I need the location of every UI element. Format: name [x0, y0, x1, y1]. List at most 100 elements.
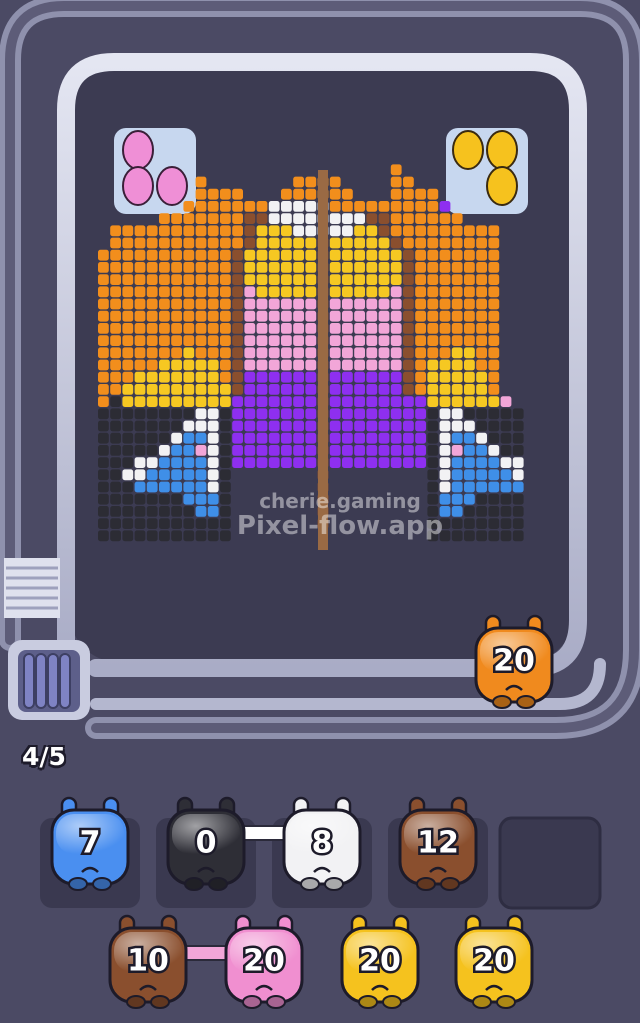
pixel-block: [134, 310, 146, 322]
pixel-block: [415, 310, 426, 322]
pixel-block: [195, 188, 207, 200]
pixel-block: [159, 530, 170, 542]
pixel-block: [171, 518, 182, 529]
pixel-block: [98, 310, 109, 322]
pixel-block: [232, 408, 243, 420]
pixel-block: [342, 335, 353, 346]
pixel-block: [122, 323, 134, 334]
pixel-block: [268, 347, 280, 359]
queue-shooter-1[interactable]: 10: [108, 914, 188, 1009]
pixel-block: [354, 384, 365, 395]
pixel-block: [378, 225, 390, 237]
conveyor-shooter-count: 20: [493, 644, 535, 679]
pixel-block: [439, 201, 451, 212]
queue-stack[interactable]: [8, 640, 90, 720]
pixel-block: [464, 371, 475, 383]
pixel-block: [171, 371, 182, 383]
pixel-block: [403, 225, 414, 237]
pixel-block: [476, 262, 487, 273]
pixel-block: [256, 359, 268, 371]
pixel-block: [293, 298, 304, 310]
pixel-block: [329, 310, 341, 322]
pixel-block: [268, 286, 280, 298]
pixel-block: [488, 420, 500, 432]
pixel-block: [354, 347, 365, 359]
pixel-block: [488, 359, 500, 371]
pixel-block: [98, 396, 109, 407]
pixel-block: [488, 481, 500, 493]
pixel-block: [329, 237, 341, 249]
pixel-block: [195, 274, 207, 285]
pixel-block: [146, 384, 158, 395]
pixel-block: [122, 408, 134, 420]
pixel-block: [146, 262, 158, 273]
pixel-block: [134, 432, 146, 444]
pixel-block: [378, 396, 390, 407]
pixel-block: [183, 225, 195, 237]
pixel-block: [415, 445, 426, 456]
slot-shooter-2[interactable]: 0: [166, 796, 246, 891]
pixel-block: [110, 359, 121, 371]
pixel-block: [256, 237, 268, 249]
pixel-block: [256, 457, 268, 468]
pixel-block: [183, 274, 195, 285]
pixel-block: [451, 249, 463, 261]
conveyor-shooter[interactable]: 20: [474, 614, 554, 709]
pixel-block: [451, 408, 463, 420]
slot-shooter-4[interactable]: 12: [398, 796, 478, 891]
pixel-block: [220, 286, 231, 298]
pixel-block: [232, 384, 243, 395]
queue-shooter-2[interactable]: 20: [224, 914, 304, 1009]
pixel-block: [488, 408, 500, 420]
queue-shooter-4[interactable]: 20: [454, 914, 534, 1009]
pixel-block: [293, 237, 304, 249]
pixel-block: [305, 249, 317, 261]
pixel-block: [244, 408, 256, 420]
pixel-block: [159, 347, 170, 359]
pixel-block: [207, 286, 219, 298]
pixel-block: [329, 201, 341, 212]
pixel-block: [403, 201, 414, 212]
pixel-block: [122, 262, 134, 273]
pixel-block: [464, 274, 475, 285]
pixel-block: [427, 237, 439, 249]
pixel-block: [268, 457, 280, 468]
empty-slot[interactable]: [498, 816, 602, 910]
pixel-block: [159, 469, 170, 481]
pixel-block: [183, 359, 195, 371]
pixel-block: [464, 432, 475, 444]
pixel-block: [122, 518, 134, 529]
pixel-block: [256, 408, 268, 420]
slot-shooter-3[interactable]: 8: [282, 796, 362, 891]
queue-shooter-3[interactable]: 20: [340, 914, 420, 1009]
pixel-block: [220, 347, 231, 359]
pixel-block: [195, 286, 207, 298]
pixel-block: [464, 408, 475, 420]
pixel-block: [171, 530, 182, 542]
pixel-block: [476, 371, 487, 383]
pixel-block: [122, 310, 134, 322]
pixel-block: [439, 347, 451, 359]
pixel-block: [403, 237, 414, 249]
pixel-block: [220, 469, 231, 481]
pixel-block: [183, 213, 195, 224]
pixel-block: [159, 237, 170, 249]
pixel-block: [390, 213, 402, 224]
pixel-block: [439, 371, 451, 383]
pixel-block: [183, 457, 195, 468]
pixel-block: [159, 445, 170, 456]
pixel-block: [134, 420, 146, 432]
pixel-block: [476, 445, 487, 456]
pixel-block: [390, 298, 402, 310]
pixel-block: [195, 176, 207, 188]
pixel-block: [146, 225, 158, 237]
pixel-block: [329, 249, 341, 261]
pixel-block: [146, 249, 158, 261]
pixel-block: [427, 323, 439, 334]
pixel-block: [159, 225, 170, 237]
pixel-block: [293, 323, 304, 334]
pixel-block: [110, 347, 121, 359]
slot-shooter-1[interactable]: 7: [50, 796, 130, 891]
pixel-block: [98, 530, 109, 542]
pixel-block: [439, 237, 451, 249]
